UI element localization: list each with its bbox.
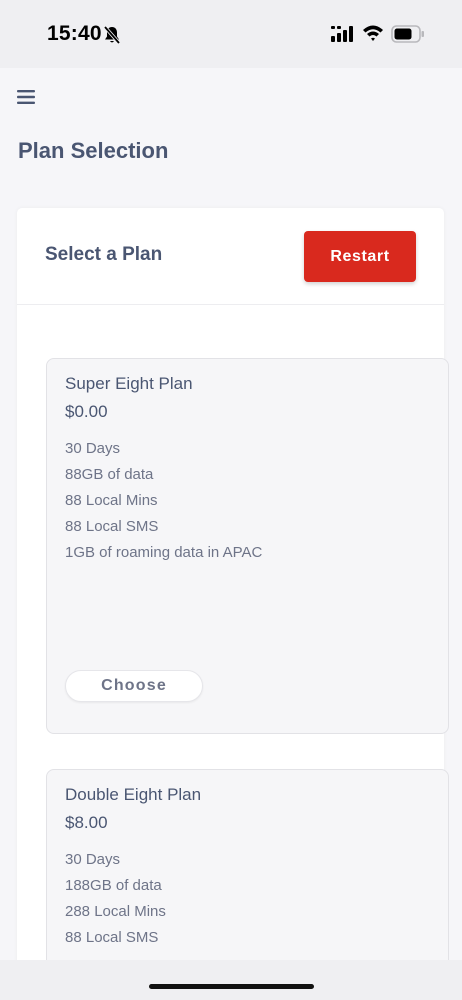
wifi-icon [362,24,384,47]
plan-name: Double Eight Plan [65,785,202,804]
restart-button[interactable]: Restart [304,231,416,282]
choose-button[interactable]: Choose [65,670,203,702]
signal-icon [331,26,355,47]
plan-feature: 88 Local SMS [65,518,159,535]
plan-feature: 1GB of roaming data in APAC [65,544,263,561]
bottom-bar [0,960,462,1000]
plan-feature: 30 Days [65,440,121,457]
card-header: Select a Plan Restart [17,208,444,305]
hamburger-menu-icon[interactable] [17,89,35,110]
bell-muted-icon [103,25,121,50]
plan-features-list: 30 Days 188GB of data 288 Local Mins 88 … [65,850,166,954]
plan-price: $8.00 [65,813,108,832]
plan-feature: 88GB of data [65,466,154,483]
page-title: Plan Selection [18,138,169,163]
plan-selection-card: Select a Plan Restart Super Eight Plan $… [17,208,449,1000]
plan-price: $0.00 [65,402,108,421]
plan-name: Super Eight Plan [65,374,193,393]
status-time: 15:40 [47,22,102,45]
screen: 15:40 Plan Selection Select a Plan Resta… [0,0,462,1000]
status-bar: 15:40 [0,0,462,68]
plan-feature: 188GB of data [65,877,162,894]
plan-feature: 88 Local SMS [65,929,159,946]
plan-features-list: 30 Days 88GB of data 88 Local Mins 88 Lo… [65,439,262,569]
plan-card-super-eight: Super Eight Plan $0.00 30 Days 88GB of d… [46,358,449,734]
plan-feature: 30 Days [65,851,121,868]
plan-feature: 88 Local Mins [65,492,158,509]
home-indicator[interactable] [149,984,314,989]
plan-feature: 288 Local Mins [65,903,166,920]
card-title: Select a Plan [45,244,163,265]
battery-icon [391,25,425,48]
